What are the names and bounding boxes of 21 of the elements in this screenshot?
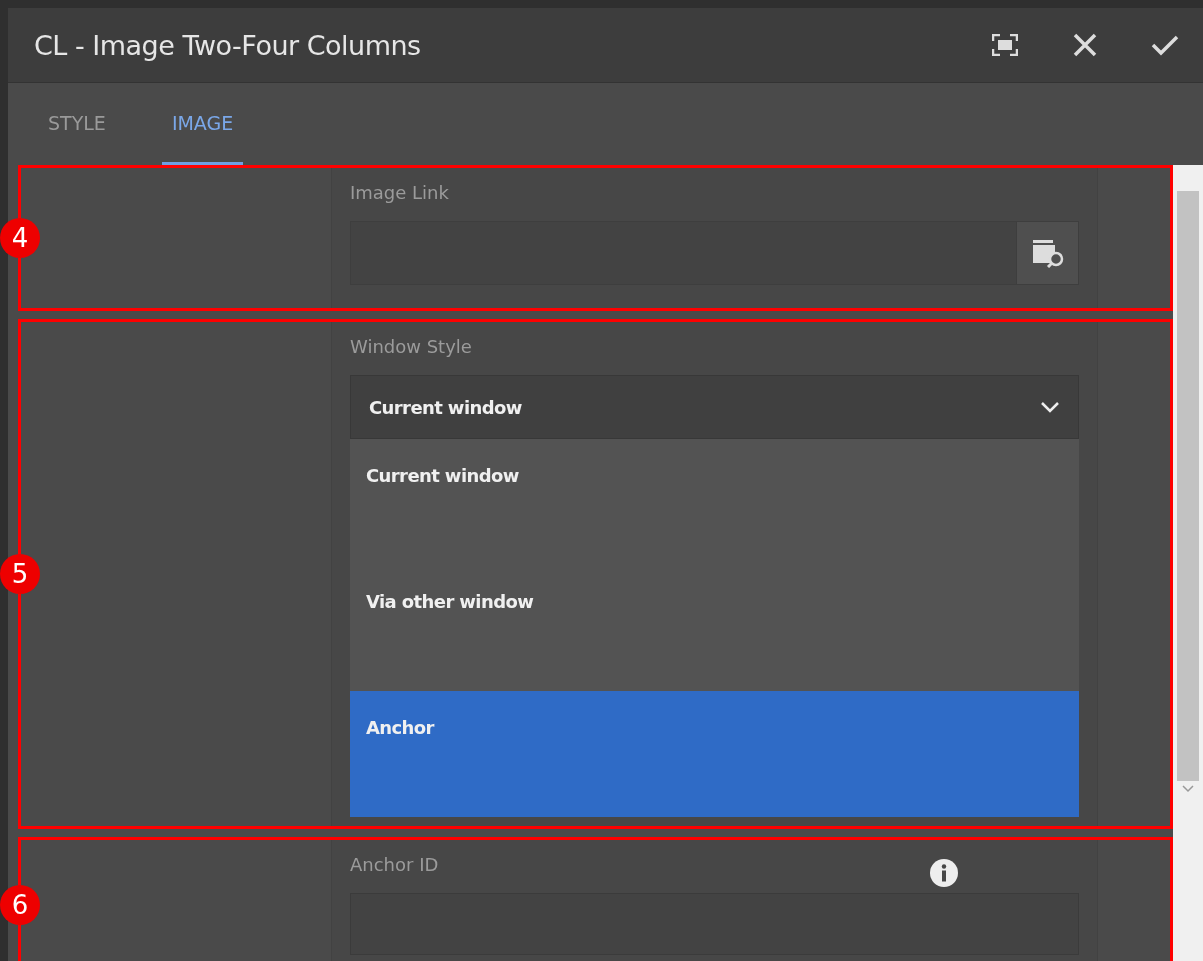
field-label: Image Link bbox=[350, 182, 450, 203]
fullscreen-icon bbox=[992, 34, 1018, 56]
close-icon bbox=[1073, 33, 1097, 57]
chevron-down-icon bbox=[1040, 401, 1060, 413]
annotation-number: 6 bbox=[0, 885, 40, 925]
scrollbar[interactable] bbox=[1173, 165, 1203, 961]
annotation-number: 5 bbox=[0, 554, 40, 594]
field-label: Anchor ID bbox=[350, 854, 439, 875]
checkmark-icon bbox=[1151, 34, 1179, 56]
window-style-select[interactable]: Current window bbox=[350, 375, 1079, 439]
dropdown-option[interactable]: Current window bbox=[350, 439, 1079, 565]
dialog-title: CL - Image Two-Four Columns bbox=[34, 29, 422, 61]
folder-search-icon bbox=[1030, 238, 1065, 268]
dropdown-option[interactable]: Anchor bbox=[350, 691, 1079, 817]
info-icon[interactable] bbox=[929, 857, 959, 888]
tab[interactable]: IMAGE bbox=[161, 83, 244, 165]
field-label: Window Style bbox=[350, 336, 473, 357]
dropdown-option[interactable]: Via other window bbox=[350, 565, 1079, 691]
annotation-number: 4 bbox=[0, 218, 40, 258]
path-field[interactable] bbox=[350, 221, 1079, 285]
browse-button[interactable] bbox=[1016, 222, 1078, 284]
